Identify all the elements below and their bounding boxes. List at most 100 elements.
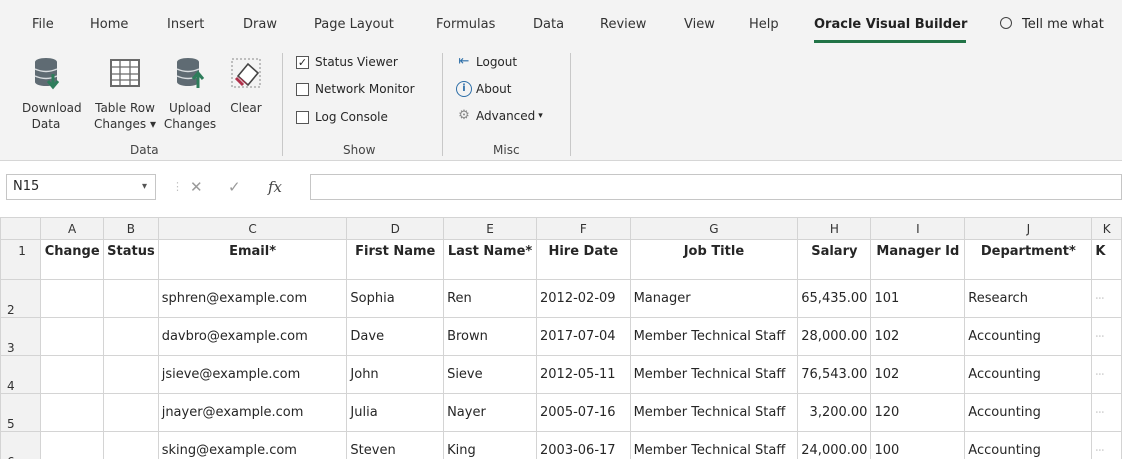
overflow-cell[interactable]: ⋯ <box>1091 355 1122 394</box>
manager-id-cell[interactable]: 101 <box>870 279 966 318</box>
tab-review[interactable]: Review <box>600 17 646 32</box>
hire-date-cell[interactable]: 2005-07-16 <box>536 393 631 432</box>
row-header[interactable]: 2 <box>0 279 42 318</box>
tab-home[interactable]: Home <box>90 17 128 32</box>
header-cell[interactable]: Manager Id <box>870 239 966 280</box>
last-name-cell[interactable]: Sieve <box>443 355 537 394</box>
advanced-menu-button[interactable]: ⚙ Advanced ▾ <box>456 108 543 124</box>
column-header[interactable]: K <box>1091 217 1122 240</box>
column-header[interactable]: D <box>346 217 445 240</box>
department-cell[interactable]: Research <box>964 279 1093 318</box>
last-name-cell[interactable]: Nayer <box>443 393 537 432</box>
tab-page-layout[interactable]: Page Layout <box>314 17 394 32</box>
salary-cell[interactable]: 76,543.00 <box>797 355 872 394</box>
tab-view[interactable]: View <box>684 17 715 32</box>
email-cell[interactable]: jsieve@example.com <box>157 355 348 394</box>
first-name-cell[interactable]: Dave <box>346 317 445 356</box>
row-header[interactable]: 4 <box>0 355 42 394</box>
first-name-cell[interactable]: Steven <box>346 431 445 459</box>
salary-cell[interactable]: 24,000.00 <box>797 431 872 459</box>
name-box[interactable]: N15 ▾ <box>6 174 156 200</box>
network-monitor-checkbox[interactable]: Network Monitor <box>296 82 415 96</box>
tab-file[interactable]: File <box>32 17 54 32</box>
status-cell[interactable] <box>103 431 159 459</box>
hire-date-cell[interactable]: 2003-06-17 <box>536 431 631 459</box>
header-cell[interactable]: K <box>1091 239 1122 280</box>
change-cell[interactable] <box>40 355 105 394</box>
email-cell[interactable]: davbro@example.com <box>157 317 348 356</box>
row-header[interactable]: 5 <box>0 393 42 432</box>
manager-id-cell[interactable]: 100 <box>870 431 966 459</box>
column-header[interactable]: F <box>536 217 631 240</box>
header-cell[interactable]: First Name <box>346 239 445 280</box>
header-cell[interactable]: Status <box>103 239 159 280</box>
job-title-cell[interactable]: Member Technical Staff <box>629 393 799 432</box>
email-cell[interactable]: sphren@example.com <box>157 279 348 318</box>
upload-changes-button[interactable]: Upload Changes <box>162 56 218 132</box>
department-cell[interactable]: Accounting <box>964 393 1093 432</box>
enter-check-icon[interactable]: ✓ <box>228 174 241 200</box>
column-header[interactable]: B <box>103 217 159 240</box>
overflow-cell[interactable]: ⋯ <box>1091 393 1122 432</box>
email-cell[interactable]: sking@example.com <box>157 431 348 459</box>
job-title-cell[interactable]: Member Technical Staff <box>629 355 799 394</box>
change-cell[interactable] <box>40 393 105 432</box>
tab-data[interactable]: Data <box>533 17 564 32</box>
job-title-cell[interactable]: Manager <box>629 279 799 318</box>
column-header[interactable]: E <box>443 217 537 240</box>
status-cell[interactable] <box>103 279 159 318</box>
tab-formulas[interactable]: Formulas <box>436 17 495 32</box>
tab-draw[interactable]: Draw <box>243 17 277 32</box>
column-header[interactable]: H <box>797 217 872 240</box>
first-name-cell[interactable]: John <box>346 355 445 394</box>
header-cell[interactable]: Email* <box>157 239 348 280</box>
hire-date-cell[interactable]: 2012-02-09 <box>536 279 631 318</box>
header-cell[interactable]: Hire Date <box>536 239 631 280</box>
column-header[interactable]: I <box>870 217 966 240</box>
email-cell[interactable]: jnayer@example.com <box>157 393 348 432</box>
column-header[interactable]: G <box>629 217 799 240</box>
overflow-cell[interactable]: ⋯ <box>1091 279 1122 318</box>
last-name-cell[interactable]: Brown <box>443 317 537 356</box>
table-row-changes-button[interactable]: Table Row Changes ▾ <box>92 56 158 132</box>
manager-id-cell[interactable]: 102 <box>870 355 966 394</box>
salary-cell[interactable]: 28,000.00 <box>797 317 872 356</box>
row-header[interactable]: 1 <box>0 239 42 280</box>
status-cell[interactable] <box>103 317 159 356</box>
job-title-cell[interactable]: Member Technical Staff <box>629 431 799 459</box>
clear-button[interactable]: Clear <box>222 56 270 116</box>
column-header[interactable]: A <box>40 217 105 240</box>
manager-id-cell[interactable]: 120 <box>870 393 966 432</box>
tab-help[interactable]: Help <box>749 17 779 32</box>
salary-cell[interactable]: 65,435.00 <box>797 279 872 318</box>
overflow-cell[interactable]: ⋯ <box>1091 317 1122 356</box>
select-all-corner[interactable] <box>0 217 42 240</box>
tab-oracle-visual-builder[interactable]: Oracle Visual Builder <box>814 17 967 32</box>
column-header[interactable]: J <box>964 217 1093 240</box>
insert-function-icon[interactable]: fx <box>268 174 282 200</box>
tell-me-search[interactable]: Tell me what <box>1000 17 1104 32</box>
cancel-icon[interactable]: ✕ <box>190 174 203 200</box>
header-cell[interactable]: Salary <box>797 239 872 280</box>
first-name-cell[interactable]: Julia <box>346 393 445 432</box>
overflow-cell[interactable]: ⋯ <box>1091 431 1122 459</box>
download-data-button[interactable]: Download Data <box>22 56 82 132</box>
tab-insert[interactable]: Insert <box>167 17 204 32</box>
manager-id-cell[interactable]: 102 <box>870 317 966 356</box>
logout-button[interactable]: ⇤ Logout <box>456 54 518 70</box>
last-name-cell[interactable]: Ren <box>443 279 537 318</box>
status-cell[interactable] <box>103 393 159 432</box>
change-cell[interactable] <box>40 317 105 356</box>
department-cell[interactable]: Accounting <box>964 317 1093 356</box>
status-viewer-checkbox[interactable]: ✓ Status Viewer <box>296 55 398 69</box>
change-cell[interactable] <box>40 279 105 318</box>
row-header[interactable]: 3 <box>0 317 42 356</box>
header-cell[interactable]: Change <box>40 239 105 280</box>
first-name-cell[interactable]: Sophia <box>346 279 445 318</box>
chevron-down-icon[interactable]: ▾ <box>142 175 147 199</box>
job-title-cell[interactable]: Member Technical Staff <box>629 317 799 356</box>
department-cell[interactable]: Accounting <box>964 355 1093 394</box>
change-cell[interactable] <box>40 431 105 459</box>
header-cell[interactable]: Last Name* <box>443 239 537 280</box>
header-cell[interactable]: Department* <box>964 239 1093 280</box>
